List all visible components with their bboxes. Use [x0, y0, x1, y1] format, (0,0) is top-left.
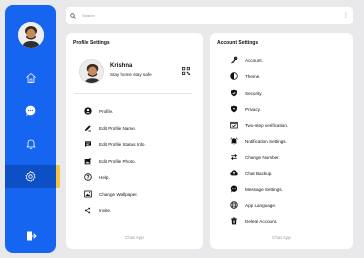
settings-nav-button[interactable]: [5, 165, 56, 188]
menu-item-two-step-verification[interactable]: Two-step verification.: [229, 119, 288, 131]
menu-item-label: Notification Settings.: [245, 138, 287, 144]
search-icon: [70, 12, 76, 19]
menu-item-label: Change Wallpaper.: [99, 191, 138, 197]
menu-item-message-settings[interactable]: Message Settings.: [229, 183, 283, 195]
menu-item-help[interactable]: Help.: [83, 171, 110, 183]
panel-title: Profile Settings: [73, 40, 110, 46]
menu-item-edit-profile-photo[interactable]: Edit Profile Photo.: [83, 155, 136, 167]
pencil-icon: [84, 125, 91, 132]
share-icon: [84, 207, 91, 213]
menu-item-account[interactable]: Account.: [229, 54, 263, 66]
globe-icon: [229, 201, 238, 209]
notifications-nav-button[interactable]: [5, 132, 56, 154]
profile-settings-panel: Profile Settings Krishna Stay home stay …: [66, 33, 203, 249]
user-circle-icon: [83, 107, 92, 115]
more-options-icon[interactable]: ⋮: [343, 13, 349, 19]
verification-icon: [229, 121, 238, 129]
menu-item-app-language[interactable]: App Language.: [229, 199, 276, 211]
panel-footer: Chat App: [125, 235, 144, 240]
active-nav-indicator: [56, 165, 60, 188]
menu-item-security[interactable]: Security.: [229, 87, 263, 99]
logout-icon: [26, 231, 37, 241]
menu-item-edit-profile-name[interactable]: Edit Profile Name.: [83, 122, 136, 134]
account-settings-panel: Account Settings Account. Theme. Securit…: [210, 33, 353, 249]
chat-bubble-nav-icon: [25, 105, 36, 116]
menu-item-change-wallpaper[interactable]: Change Wallpaper.: [83, 188, 138, 200]
bell-nav-icon: [26, 139, 35, 149]
menu-item-label: Security.: [245, 90, 263, 96]
menu-item-invite[interactable]: Invite.: [83, 204, 111, 216]
theme-icon: [229, 72, 238, 80]
menu-item-delete-account[interactable]: Delete Account.: [229, 215, 277, 227]
panel-title: Account Settings: [217, 40, 259, 46]
cloud-upload-icon: [229, 170, 238, 176]
menu-item-label: Two-step verification.: [245, 122, 289, 128]
menu-item-label: Invite.: [99, 207, 112, 213]
menu-item-profile[interactable]: Profile.: [83, 105, 113, 117]
search-input[interactable]: Search: [82, 13, 95, 18]
profile-avatar[interactable]: [79, 59, 104, 84]
message-icon: [230, 185, 237, 193]
menu-item-label: Privacy.: [245, 106, 261, 112]
profile-status: Stay home stay safe: [110, 72, 152, 77]
sidebar: [5, 5, 60, 253]
key-icon: [230, 56, 237, 64]
menu-item-privacy[interactable]: Privacy.: [229, 103, 261, 115]
home-nav-button[interactable]: [5, 67, 56, 89]
menu-item-notification-settings[interactable]: Notification Settings.: [229, 135, 287, 147]
help-icon: [83, 173, 92, 181]
menu-item-label: Theme.: [245, 73, 261, 79]
chats-nav-button[interactable]: [5, 99, 56, 121]
menu-item-edit-profile-status[interactable]: Edit Profile Status Info.: [83, 138, 146, 150]
avatar-illustration-icon: [80, 60, 103, 83]
trash-icon: [230, 217, 237, 225]
menu-item-label: Account.: [245, 57, 263, 63]
sidebar-avatar[interactable]: [18, 22, 44, 48]
menu-item-label: Edit Profile Status Info.: [99, 141, 146, 147]
profile-name: Krishna: [110, 63, 133, 69]
qr-code-icon[interactable]: [182, 67, 190, 75]
avatar-illustration-icon: [18, 22, 44, 48]
search-bar[interactable]: Search ⋮: [66, 7, 353, 24]
menu-item-label: Delete Account.: [245, 218, 278, 224]
security-icon: [230, 89, 237, 97]
menu-item-label: Edit Profile Photo.: [99, 158, 136, 164]
menu-item-label: Help.: [99, 174, 110, 180]
logout-nav-button[interactable]: [5, 225, 56, 247]
home-icon: [25, 73, 36, 83]
privacy-shield-icon: [230, 105, 237, 113]
chat-bubble-icon: [84, 141, 91, 147]
menu-item-change-number[interactable]: Change Number.: [229, 151, 280, 163]
menu-item-label: Chat Backup.: [245, 170, 273, 176]
bell-icon: [229, 137, 238, 145]
swap-icon: [230, 154, 237, 160]
menu-item-chat-backup[interactable]: Chat Backup.: [229, 167, 273, 179]
menu-item-label: Profile.: [99, 108, 114, 114]
menu-item-label: Change Number.: [245, 154, 280, 160]
menu-item-label: Edit Profile Name.: [99, 125, 137, 131]
gear-icon: [25, 171, 36, 182]
photo-edit-icon: [84, 157, 91, 165]
menu-item-theme[interactable]: Theme.: [229, 70, 261, 82]
menu-item-label: Message Settings.: [245, 186, 283, 192]
panel-footer: Chat App: [272, 235, 291, 240]
menu-item-label: App Language.: [245, 202, 277, 208]
profile-card[interactable]: Krishna Stay home stay safe: [74, 57, 192, 94]
wallpaper-icon: [83, 190, 92, 198]
